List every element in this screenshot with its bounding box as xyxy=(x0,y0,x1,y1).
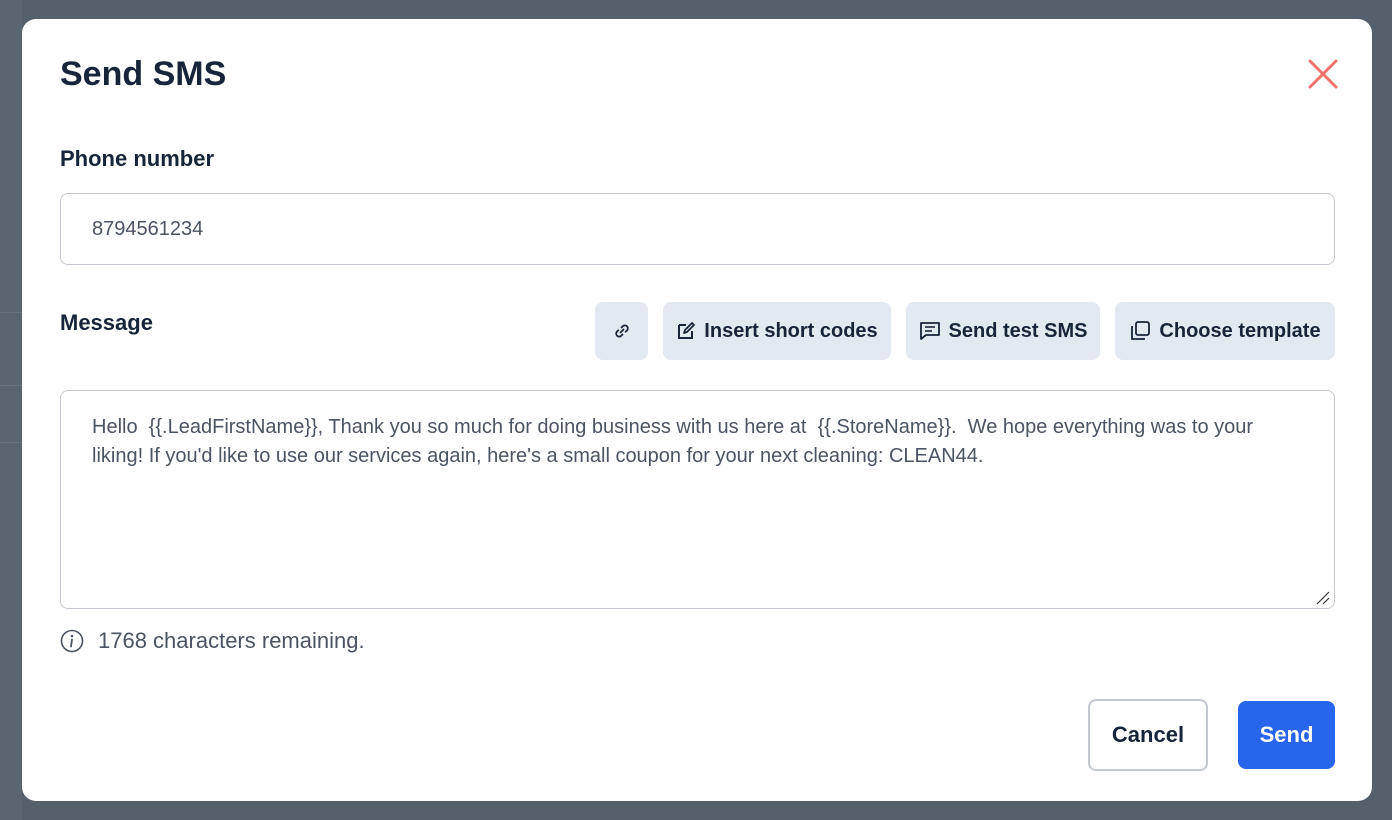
choose-template-label: Choose template xyxy=(1159,319,1321,342)
insert-short-codes-button[interactable]: Insert short codes xyxy=(663,302,891,360)
close-button[interactable] xyxy=(1306,57,1340,91)
phone-number-label: Phone number xyxy=(60,146,215,171)
insert-short-codes-label: Insert short codes xyxy=(704,319,878,342)
send-test-sms-label: Send test SMS xyxy=(948,319,1088,342)
background-divider xyxy=(0,385,22,386)
background-divider xyxy=(0,312,22,313)
message-label: Message xyxy=(60,310,153,335)
choose-template-button[interactable]: Choose template xyxy=(1115,302,1335,360)
background-divider xyxy=(0,442,22,443)
send-test-sms-button[interactable]: Send test SMS xyxy=(906,302,1100,360)
phone-number-input[interactable] xyxy=(60,193,1335,265)
modal-title: Send SMS xyxy=(60,55,227,93)
edit-icon xyxy=(678,322,696,339)
send-button[interactable]: Send xyxy=(1238,701,1335,769)
background-sidebar xyxy=(0,0,22,820)
message-textarea[interactable]: Hello {{.LeadFirstName}}, Thank you so m… xyxy=(60,390,1335,609)
link-icon xyxy=(614,324,629,338)
send-sms-modal: Send SMS Phone number Message Insert sho… xyxy=(22,19,1372,801)
close-icon xyxy=(1308,59,1338,89)
info-icon xyxy=(60,629,84,653)
cancel-button[interactable]: Cancel xyxy=(1088,699,1208,771)
character-counter: 1768 characters remaining. xyxy=(60,628,365,654)
insert-link-button[interactable] xyxy=(595,302,648,360)
characters-remaining-text: 1768 characters remaining. xyxy=(98,628,365,653)
message-icon xyxy=(919,322,940,340)
resize-handle-icon[interactable] xyxy=(1314,589,1330,605)
copy-icon xyxy=(1131,321,1151,340)
background-right-strip xyxy=(1372,0,1392,820)
